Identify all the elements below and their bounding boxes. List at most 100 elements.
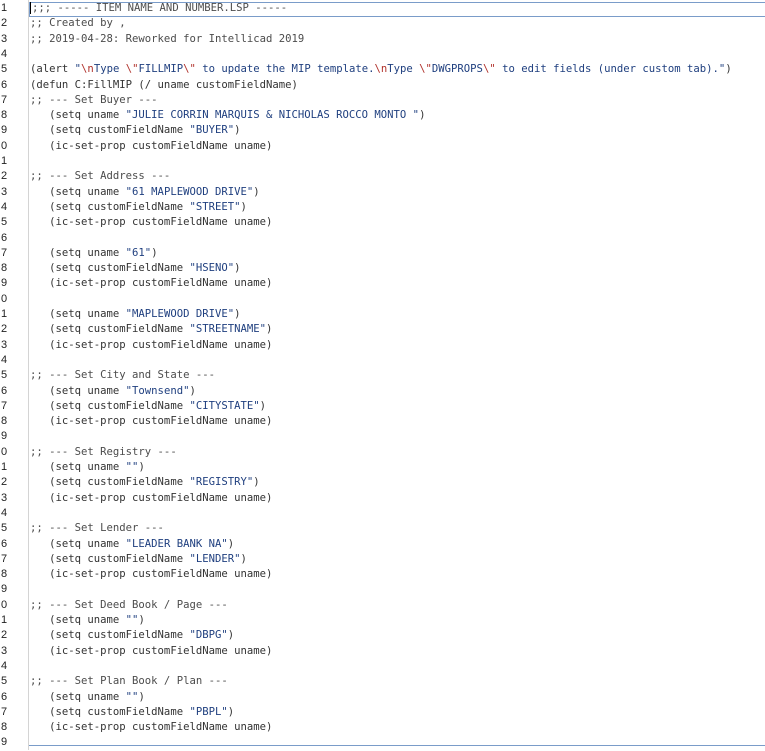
code-text: (defun C:FillMIP (/ uname customFieldNam… [30, 78, 298, 91]
code-line: 0 (ic-set-prop customFieldName uname) [0, 139, 765, 154]
line-number: 5 [1, 63, 8, 76]
code-line: 6 (setq uname "LEADER BANK NA") [0, 537, 765, 552]
line-number: 7 [1, 246, 8, 259]
code-line: 5 (ic-set-prop customFieldName uname) [0, 215, 765, 230]
code-line: 8 (ic-set-prop customFieldName uname) [0, 720, 765, 735]
code-line: 3 (ic-set-prop customFieldName uname) [0, 644, 765, 659]
code-text: (setq uname "61 MAPLEWOOD DRIVE") [30, 185, 260, 198]
code-line: 4 [0, 506, 765, 521]
line-number: 4 [1, 47, 8, 60]
code-line: 4 [0, 353, 765, 368]
line-number: 1 [1, 614, 8, 626]
code-line: 3 ;; 2019-04-28: Reworked for Intellicad … [0, 32, 765, 47]
code-text: (ic-set-prop customFieldName uname) [30, 216, 273, 229]
code-line: 8 (ic-set-prop customFieldName uname) [0, 567, 765, 582]
code-text: (ic-set-prop customFieldName uname) [30, 415, 273, 428]
line-number: 6 [1, 384, 8, 397]
code-text: ;; --- Set Address --- [30, 170, 171, 183]
line-number: 5 [1, 522, 8, 535]
line-number: 8 [1, 109, 8, 122]
code-text: (setq customFieldName "STREETNAME") [30, 323, 273, 336]
code-line: 4 (setq customFieldName "STREET") [0, 200, 765, 215]
line-number: 4 [1, 659, 8, 672]
code-line: 2 (setq customFieldName "REGISTRY") [0, 475, 765, 490]
code-text: (ic-set-prop customFieldName uname) [30, 491, 273, 504]
code-line: 4 [0, 47, 765, 62]
code-line: 5 ;; --- Set Lender --- [0, 521, 765, 536]
line-number: 4 [1, 200, 8, 213]
line-number: 6 [1, 690, 8, 703]
code-text: ;; --- Set City and State --- [30, 369, 215, 382]
code-text: (setq uname "") [30, 461, 145, 473]
code-line: 9 (setq customFieldName "BUYER") [0, 123, 765, 138]
code-line: 3 (setq uname "61 MAPLEWOOD DRIVE") [0, 185, 765, 200]
code-text: (setq customFieldName "CITYSTATE") [30, 399, 267, 412]
code-line: 3 (ic-set-prop customFieldName uname) [0, 338, 765, 353]
line-number: 6 [1, 231, 8, 244]
code-line: 8 (ic-set-prop customFieldName uname) [0, 414, 765, 429]
code-line: 2 ;; Created by , [0, 16, 765, 31]
code-text: (ic-set-prop customFieldName uname) [30, 644, 273, 657]
code-line: 7 ;; --- Set Buyer --- [0, 93, 765, 108]
line-number: 0 [1, 139, 8, 152]
code-editor[interactable]: 1 ;;; ----- ITEM NAME AND NUMBER.LSP ----… [0, 0, 765, 750]
code-text: (setq customFieldName "REGISTRY") [30, 476, 260, 489]
code-line: 3 (ic-set-prop customFieldName uname) [0, 491, 765, 506]
line-number: 4 [1, 353, 8, 366]
line-number: 2 [1, 323, 8, 336]
code-text: (ic-set-prop customFieldName uname) [30, 277, 273, 290]
code-text: ;; --- Set Buyer --- [30, 93, 158, 106]
code-line: 8 (setq uname "JULIE CORRIN MARQUIS & NI… [0, 108, 765, 123]
code-line: 7 (setq customFieldName "LENDER") [0, 552, 765, 567]
line-number: 7 [1, 705, 8, 718]
line-number: 6 [1, 78, 8, 91]
code-line: 2 ;; --- Set Address --- [0, 169, 765, 184]
line-number: 5 [1, 216, 8, 229]
code-line: 0 ;; --- Set Deed Book / Page --- [0, 598, 765, 613]
code-text: (setq customFieldName "PBPL") [30, 705, 235, 718]
code-line: 6 (setq uname "") [0, 690, 765, 705]
line-number: 1 [1, 2, 8, 14]
code-line: 5 (alert "\nType \"FILLMIP\" to update th… [0, 62, 765, 77]
code-line: 1 (setq uname "MAPLEWOOD DRIVE") [0, 307, 765, 322]
line-number: 9 [1, 430, 8, 443]
line-number: 9 [1, 583, 8, 596]
line-number: 3 [1, 32, 8, 45]
line-number: 9 [1, 277, 8, 290]
code-text: (ic-set-prop customFieldName uname) [30, 568, 273, 581]
line-number: 1 [1, 308, 8, 320]
line-number: 3 [1, 338, 8, 351]
code-text: (setq customFieldName "DBPG") [30, 629, 235, 642]
line-number: 1 [1, 155, 8, 167]
code-line: 5 ;; --- Set Plan Book / Plan --- [0, 674, 765, 689]
code-text: ;;; ----- ITEM NAME AND NUMBER.LSP ----- [30, 2, 288, 14]
line-number: 6 [1, 537, 8, 550]
code-text: (setq customFieldName "HSENO") [30, 262, 241, 275]
code-line: 6 (setq uname "Townsend") [0, 384, 765, 399]
line-number: 7 [1, 552, 8, 565]
code-line: 7 (setq customFieldName "CITYSTATE") [0, 399, 765, 414]
line-number: 2 [1, 17, 8, 30]
code-text: (ic-set-prop customFieldName uname) [30, 139, 273, 152]
code-line: 9 [0, 735, 765, 750]
code-line: 7 (setq uname "61") [0, 246, 765, 261]
line-number: 5 [1, 675, 8, 688]
line-number: 3 [1, 185, 8, 198]
code-text: ;; Created by , [30, 17, 126, 30]
code-line: 4 [0, 659, 765, 674]
code-text: (setq uname "MAPLEWOOD DRIVE") [30, 308, 241, 320]
code-line: 0 [0, 292, 765, 307]
code-text: (setq uname "JULIE CORRIN MARQUIS & NICH… [30, 109, 426, 122]
code-text: ;; --- Set Registry --- [30, 445, 177, 458]
line-number: 8 [1, 415, 8, 428]
code-line: 9 [0, 582, 765, 597]
code-line: 1 ;;; ----- ITEM NAME AND NUMBER.LSP ----… [0, 1, 765, 16]
line-number: 4 [1, 506, 8, 519]
line-number: 7 [1, 399, 8, 412]
code-text: ;; --- Set Plan Book / Plan --- [30, 675, 228, 688]
line-number: 2 [1, 476, 8, 489]
code-text: ;; 2019-04-28: Reworked for Intellicad 2… [30, 32, 305, 45]
code-text: (ic-set-prop customFieldName uname) [30, 721, 273, 734]
code-line: 2 (setq customFieldName "DBPG") [0, 628, 765, 643]
code-text: (ic-set-prop customFieldName uname) [30, 338, 273, 351]
